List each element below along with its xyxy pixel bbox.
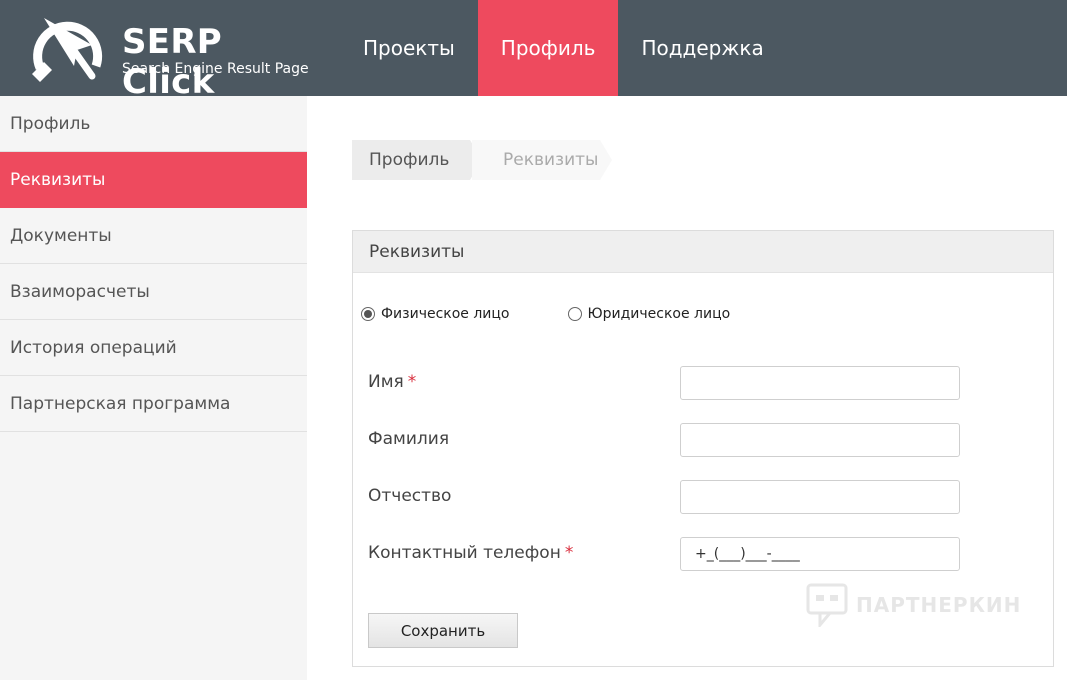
sidebar-item-operations-history[interactable]: История операций [0,320,307,376]
watermark: ПАРТНЕРКИН [806,583,1021,627]
panel-title: Реквизиты [353,231,1053,273]
required-marker: * [564,543,574,563]
phone-label: Контактный телефон * [368,543,574,563]
breadcrumb: Профиль Реквизиты [352,140,612,180]
main-nav: Проекты Профиль Поддержка [340,0,787,96]
sidebar-item-documents[interactable]: Документы [0,208,307,264]
radio-legal-entity[interactable]: Юридическое лицо [567,306,731,322]
breadcrumb-item-profile[interactable]: Профиль [352,140,482,180]
radio-legal-entity-label: Юридическое лицо [587,306,731,322]
radio-individual-control[interactable] [361,307,375,321]
brand-logo[interactable]: SERP Click Search Engine Result Page [30,10,310,102]
radio-individual[interactable]: Физическое лицо [361,306,510,322]
sidebar-item-partner-program[interactable]: Партнерская программа [0,376,307,432]
middle-name-label: Отчество [368,486,452,506]
sidebar-item-settlements[interactable]: Взаиморасчеты [0,264,307,320]
sidebar-item-requisites[interactable]: Реквизиты [0,152,307,208]
nav-item-support[interactable]: Поддержка [618,0,786,96]
first-name-label: Имя * [368,372,417,392]
radio-individual-label: Физическое лицо [381,306,510,322]
field-first-name: Имя * [368,366,1048,400]
nav-item-profile[interactable]: Профиль [477,0,619,96]
last-name-input[interactable] [680,423,960,457]
field-last-name: Фамилия [368,423,1048,457]
middle-name-input[interactable] [680,480,960,514]
last-name-label: Фамилия [368,429,450,449]
field-phone: Контактный телефон * [368,537,1048,571]
person-type-radio-group: Физическое лицо Юридическое лицо [361,306,730,322]
radio-legal-entity-control[interactable] [567,307,582,321]
brand-subtitle: Search Engine Result Page [122,61,309,77]
nav-item-projects[interactable]: Проекты [340,0,478,96]
breadcrumb-item-requisites: Реквизиты [472,140,612,180]
watermark-text: ПАРТНЕРКИН [856,593,1022,617]
top-header: SERP Click Search Engine Result Page Про… [0,0,1067,102]
required-marker: * [407,372,417,392]
save-button[interactable]: Сохранить [368,613,518,648]
phone-input[interactable] [680,537,960,571]
partnerkin-logo-icon [806,583,848,627]
field-middle-name: Отчество [368,480,1048,514]
sidebar-item-profile[interactable]: Профиль [0,96,307,152]
serp-click-logo-icon [32,18,103,82]
first-name-input[interactable] [680,366,960,400]
sidebar: Профиль Реквизиты Документы Взаиморасчет… [0,96,307,680]
